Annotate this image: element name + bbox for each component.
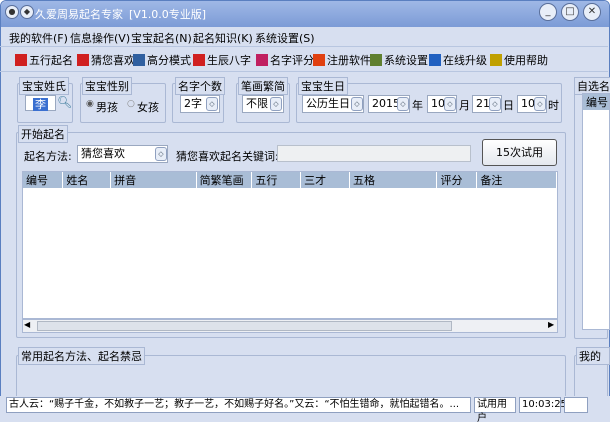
- rollup-icon[interactable]: ◆: [20, 5, 34, 19]
- day-unit: 日: [503, 99, 514, 112]
- hour-unit: 时: [548, 99, 559, 112]
- column-header[interactable]: 五格: [349, 172, 438, 188]
- toolbar-settings-button[interactable]: 系统设置: [370, 52, 428, 68]
- badge-icon: [256, 54, 268, 66]
- count-spin-icon[interactable]: ◇: [206, 97, 218, 111]
- scroll-left-icon[interactable]: ◀: [24, 320, 30, 329]
- toolbar-label: 名字评分: [270, 54, 314, 67]
- selected-names-list[interactable]: 编号: [582, 93, 610, 330]
- settings-icon: [370, 54, 382, 66]
- birthday-label: 宝宝生日: [298, 77, 348, 95]
- toolbar-gift-button[interactable]: 注册软件: [313, 52, 371, 68]
- year-spin-icon[interactable]: ◇: [397, 97, 409, 111]
- column-header[interactable]: 编号: [23, 172, 64, 188]
- search-icon[interactable]: 🔍︎: [57, 95, 72, 109]
- toolbar-monitor-button[interactable]: 高分模式: [133, 52, 191, 68]
- close-button[interactable]: ✕: [583, 3, 601, 21]
- gender-label: 宝宝性别: [82, 77, 132, 95]
- keyword-input[interactable]: [277, 145, 471, 162]
- toolbar-label: 五行起名: [29, 54, 73, 67]
- toolbar-label: 注册软件: [327, 54, 371, 67]
- scroll-thumb[interactable]: [37, 321, 452, 331]
- window-version: [V1.0.0专业版]: [129, 8, 207, 21]
- method-label: 起名方法:: [24, 150, 72, 163]
- menu-info-ops[interactable]: 信息操作(V): [70, 30, 130, 46]
- stroke-label: 笔画繁简: [238, 77, 288, 95]
- title-bar: ● ◆ 久爱周易起名专家 [V1.0.0专业版] _ □ ✕: [1, 1, 609, 27]
- stroke-spin-icon[interactable]: ◇: [270, 97, 282, 111]
- status-user: 试用用户: [474, 397, 516, 424]
- status-quote: 古人云：“赐子千金，不如教子一艺；教子一艺，不如赐子好名。”又云：“不怕生错命，…: [6, 397, 471, 413]
- count-label: 名字个数: [175, 77, 225, 95]
- wuxing-icon: [15, 54, 27, 66]
- year-unit: 年: [412, 99, 423, 112]
- trial-button[interactable]: 15次试用: [482, 139, 557, 166]
- results-table: 编号 姓名 拼音 简繁笔画 五行 三才 五格 评分 备注: [22, 171, 558, 319]
- column-header[interactable]: 三才: [300, 172, 350, 188]
- toolbar-label: 高分模式: [147, 54, 191, 67]
- toolbar-wuxing-button[interactable]: 五行起名: [15, 52, 73, 68]
- column-header[interactable]: 姓名: [62, 172, 112, 188]
- toolbar-calendar-button[interactable]: 生辰八字: [193, 52, 251, 68]
- window-title: 久爱周易起名专家: [35, 8, 123, 21]
- system-menu-icon[interactable]: ●: [5, 5, 19, 19]
- female-label: 女孩: [137, 101, 159, 114]
- menu-baby-naming[interactable]: 宝宝起名(N): [131, 30, 192, 46]
- status-extra: [564, 397, 588, 413]
- menu-naming-knowledge[interactable]: 起名知识(K): [193, 30, 253, 46]
- status-time: 10:03:25: [519, 397, 567, 413]
- tips-label: 常用起名方法、起名禁忌: [18, 347, 145, 365]
- month-spin-icon[interactable]: ◇: [444, 97, 456, 111]
- toolbar-badge-button[interactable]: 名字评分: [256, 52, 314, 68]
- globe-icon: [429, 54, 441, 66]
- star-icon: [77, 54, 89, 66]
- start-label: 开始起名: [18, 125, 68, 143]
- surname-label: 宝宝姓氏: [19, 77, 69, 95]
- method-spin-icon[interactable]: ◇: [155, 147, 167, 161]
- toolbar-help-button[interactable]: 使用帮助: [490, 52, 548, 68]
- menu-system-settings[interactable]: 系统设置(S): [255, 30, 315, 46]
- toolbar-label: 猜您喜欢: [91, 54, 135, 67]
- male-radio[interactable]: ◉: [86, 99, 94, 109]
- hour-spin-icon[interactable]: ◇: [534, 97, 546, 111]
- toolbar-label: 系统设置: [384, 54, 428, 67]
- female-radio[interactable]: ○: [127, 99, 135, 109]
- minimize-button[interactable]: _: [539, 3, 557, 21]
- toolbar-label: 生辰八字: [207, 54, 251, 67]
- menu-my-software[interactable]: 我的软件(F): [9, 30, 68, 46]
- keyword-label: 猜您喜欢起名关键词:: [176, 150, 279, 163]
- horizontal-scrollbar[interactable]: ◀ ▶: [22, 319, 558, 333]
- male-label: 男孩: [96, 101, 118, 114]
- column-header[interactable]: 简繁笔画: [196, 172, 253, 188]
- month-unit: 月: [459, 99, 470, 112]
- column-header[interactable]: 备注: [476, 172, 557, 188]
- day-spin-icon[interactable]: ◇: [489, 97, 501, 111]
- toolbar-label: 使用帮助: [504, 54, 548, 67]
- scroll-right-icon[interactable]: ▶: [548, 320, 554, 329]
- toolbar-globe-button[interactable]: 在线升级: [429, 52, 487, 68]
- toolbar-label: 在线升级: [443, 54, 487, 67]
- monitor-icon: [133, 54, 145, 66]
- column-header[interactable]: 五行: [251, 172, 302, 188]
- calendar-spin-icon[interactable]: ◇: [351, 97, 363, 111]
- toolbar-star-button[interactable]: 猜您喜欢: [77, 52, 135, 68]
- mine-label: 我的: [576, 347, 610, 365]
- maximize-button[interactable]: □: [561, 3, 579, 21]
- column-header[interactable]: 评分: [436, 172, 478, 188]
- status-bar: 古人云：“赐子千金，不如教子一艺；教子一艺，不如赐子好名。”又云：“不怕生错命，…: [0, 396, 610, 424]
- help-icon: [490, 54, 502, 66]
- calendar-icon: [193, 54, 205, 66]
- column-header[interactable]: 拼音: [110, 172, 197, 188]
- gift-icon: [313, 54, 325, 66]
- surname-input[interactable]: 李: [25, 95, 56, 111]
